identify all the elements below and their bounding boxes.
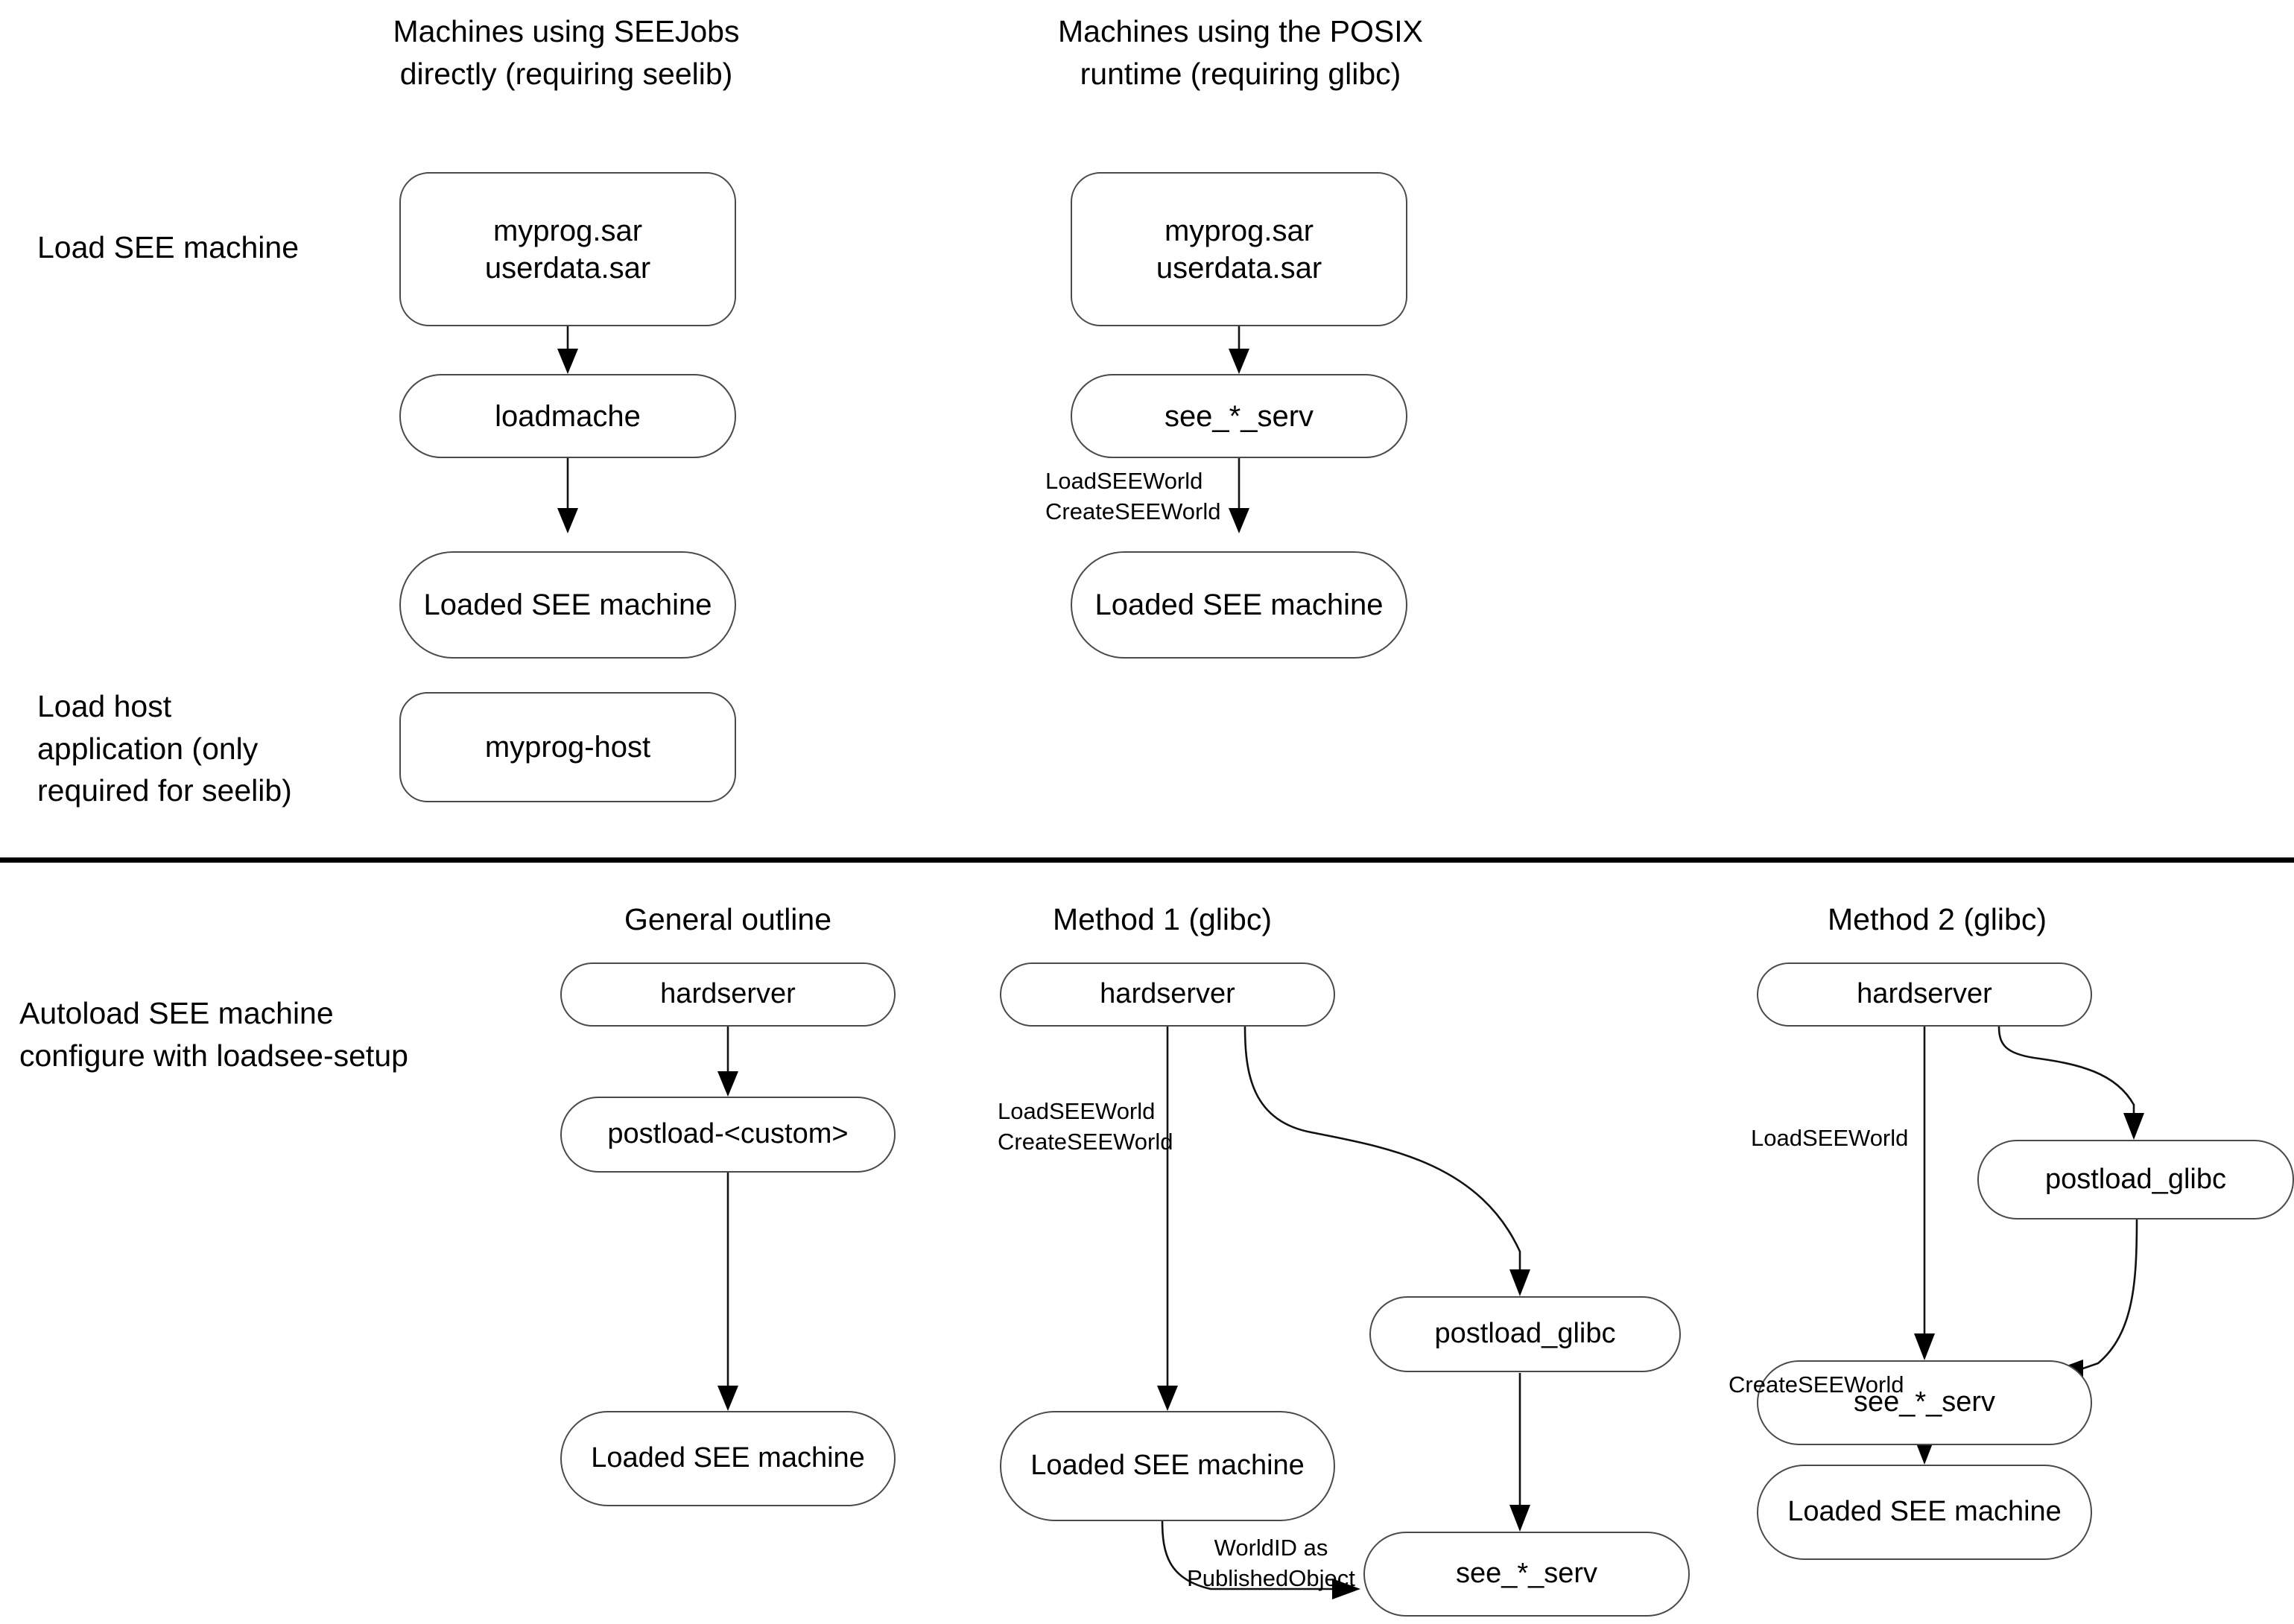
edge-label-tr-load-create: LoadSEEWorld CreateSEEWorld xyxy=(1045,468,1221,524)
node-go-hardserver[interactable]: hardserver xyxy=(560,962,896,1027)
node-label: see_*_serv xyxy=(1455,1558,1598,1590)
heading-method-2: Method 2 (glibc) xyxy=(1828,902,2047,936)
node-tl-loadmache[interactable]: loadmache xyxy=(399,374,736,458)
node-label: loadmache xyxy=(495,399,641,433)
heading-posix-column: Machines using the POSIX runtime (requir… xyxy=(1058,14,1423,91)
node-m1-postload-glibc[interactable]: postload_glibc xyxy=(1369,1296,1681,1372)
edge-label-m1-load-create: LoadSEEWorld CreateSEEWorld xyxy=(998,1098,1173,1155)
node-tl-myprog-host[interactable]: myprog-host xyxy=(399,692,736,802)
node-label: see_*_serv xyxy=(1164,399,1314,433)
edge-m1-hardserver-to-postload xyxy=(1243,1026,1530,1296)
node-label: postload_glibc xyxy=(2045,1163,2226,1195)
node-tl-loaded-see-machine[interactable]: Loaded SEE machine xyxy=(399,551,736,659)
node-label: Loaded SEE machine xyxy=(1787,1496,2062,1528)
node-tr-see-serv[interactable]: see_*_serv xyxy=(1071,374,1407,458)
edge-m1-postload-to-seeserv xyxy=(1509,1373,1530,1532)
edge-m2-hardserver-to-postload xyxy=(1997,1026,2144,1140)
node-label: hardserver xyxy=(1857,978,1992,1010)
node-label: Loaded SEE machine xyxy=(423,589,712,621)
node-label: postload-<custom> xyxy=(607,1118,849,1150)
diagram-canvas: Machines using SEEJobs directly (requiri… xyxy=(0,0,2294,1624)
node-label: myprog-host xyxy=(484,731,651,764)
edge-go-hardserver-to-postload xyxy=(717,1027,738,1097)
edge-m1-hardserver-to-loaded xyxy=(1157,1027,1178,1411)
node-label: hardserver xyxy=(1100,978,1235,1010)
node-label: Loaded SEE machine xyxy=(591,1442,865,1474)
node-label: Loaded SEE machine xyxy=(1094,589,1384,621)
node-label: myprog.sar userdata.sar xyxy=(1156,214,1322,285)
heading-method-1: Method 1 (glibc) xyxy=(1053,902,1272,936)
edge-tl-loadmache-to-loaded xyxy=(557,457,578,533)
heading-general-outline: General outline xyxy=(624,902,832,936)
node-label: Loaded SEE machine xyxy=(1030,1450,1305,1482)
node-m1-see-serv[interactable]: see_*_serv xyxy=(1363,1532,1690,1617)
node-go-postload-custom[interactable]: postload-<custom> xyxy=(560,1097,896,1173)
edge-label-m1-worldid: WorldID as PublishedObject xyxy=(1187,1535,1355,1591)
node-m1-hardserver[interactable]: hardserver xyxy=(1000,962,1335,1027)
edge-label-m2-create: CreateSEEWorld xyxy=(1729,1371,1904,1398)
section-divider xyxy=(0,857,2294,863)
node-label: myprog.sar userdata.sar xyxy=(484,214,651,285)
edge-tr-sar-to-seeserv xyxy=(1229,326,1249,374)
edge-m2-hardserver-to-seeserv xyxy=(1914,1027,1935,1360)
edge-tl-sar-to-loadmache xyxy=(557,326,578,374)
node-tr-loaded-see-machine[interactable]: Loaded SEE machine xyxy=(1071,551,1407,659)
row-label-load-host-application: Load host application (only required for… xyxy=(37,689,292,808)
heading-seejobs-column: Machines using SEEJobs directly (requiri… xyxy=(393,14,740,91)
edge-label-m2-load: LoadSEEWorld xyxy=(1751,1125,1909,1151)
node-m1-loaded-see-machine[interactable]: Loaded SEE machine xyxy=(1000,1411,1335,1521)
row-label-autoload-see-machine: Autoload SEE machine configure with load… xyxy=(19,996,408,1073)
node-m2-loaded-see-machine[interactable]: Loaded SEE machine xyxy=(1757,1465,2092,1560)
node-label: hardserver xyxy=(660,978,796,1010)
node-m2-postload-glibc[interactable]: postload_glibc xyxy=(1977,1140,2294,1219)
node-tr-myprog-sar[interactable]: myprog.sar userdata.sar xyxy=(1071,172,1407,326)
edge-m2-postload-to-seeserv xyxy=(2055,1219,2138,1380)
row-label-load-see-machine: Load SEE machine xyxy=(37,230,300,264)
edge-go-postload-to-loaded xyxy=(717,1173,738,1411)
node-label: postload_glibc xyxy=(1434,1318,1616,1350)
node-m2-hardserver[interactable]: hardserver xyxy=(1757,962,2092,1027)
node-go-loaded-see-machine[interactable]: Loaded SEE machine xyxy=(560,1411,896,1506)
